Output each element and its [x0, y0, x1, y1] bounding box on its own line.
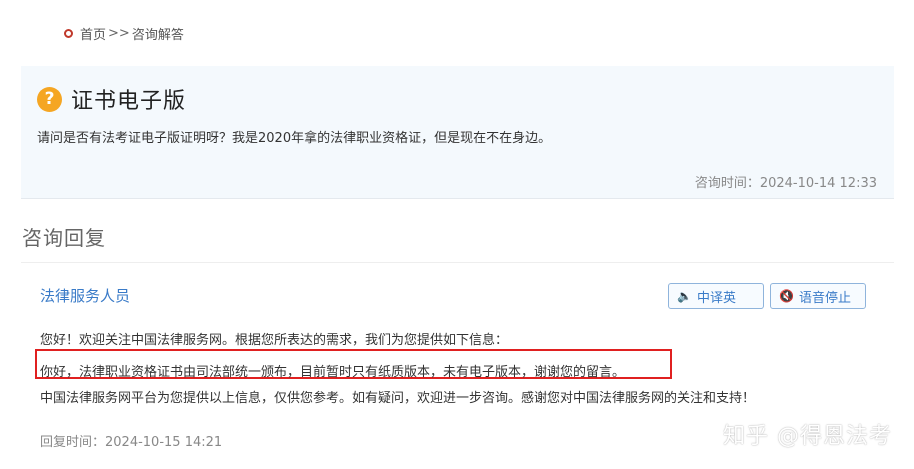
divider	[21, 198, 894, 199]
answer-line-main: 你好，法律职业资格证书由司法部统一颁布，目前暂时只有纸质版本，未有电子版本，谢谢…	[40, 365, 626, 380]
breadcrumb-home[interactable]: 首页	[80, 24, 106, 43]
question-card: ? 证书电子版 请问是否有法考证电子版证明呀？我是2020年拿的法律职业资格证，…	[21, 66, 894, 198]
question-text: 请问是否有法考证电子版证明呀？我是2020年拿的法律职业资格证，但是现在不在身边…	[37, 131, 552, 146]
answer-time: 回复时间：2024-10-15 14:21	[40, 431, 222, 450]
answer-time-value: 2024-10-15 14:21	[105, 435, 223, 450]
bullet-icon	[64, 28, 73, 38]
question-time-value: 2024-10-14 12:33	[759, 176, 877, 191]
question-time: 咨询时间：2024-10-14 12:33	[695, 172, 877, 191]
question-title: 证书电子版	[71, 89, 187, 114]
voice-stop-button-label: 语音停止	[798, 290, 851, 306]
watermark: 知乎 @得恩法考	[723, 424, 892, 449]
speaker-icon: 🔈	[677, 289, 692, 303]
responder-name: 法律服务人员	[40, 287, 131, 305]
translate-button[interactable]: 🔈 中译英	[668, 283, 764, 309]
answer-line-greeting: 您好！欢迎关注中国法律服务网。根据您所表达的需求，我们为您提供如下信息：	[40, 333, 509, 348]
question-icon: ?	[37, 86, 62, 112]
voice-stop-button[interactable]: 🔇 语音停止	[770, 283, 866, 309]
question-title-row: ? 证书电子版	[37, 83, 186, 115]
breadcrumb: 首页 >> 咨询解答	[64, 24, 184, 43]
speaker-mute-icon: 🔇	[779, 289, 794, 303]
question-time-label: 咨询时间：	[694, 176, 760, 191]
breadcrumb-separator: >>	[108, 25, 130, 41]
answer-line-closing: 中国法律服务网平台为您提供以上信息，仅供您参考。如有疑问，欢迎进一步咨询。感谢您…	[40, 391, 756, 406]
answer-time-label: 回复时间：	[40, 435, 106, 450]
answer-section-title: 咨询回复	[22, 226, 106, 250]
breadcrumb-current[interactable]: 咨询解答	[132, 24, 184, 43]
translate-button-label: 中译英	[696, 290, 736, 306]
